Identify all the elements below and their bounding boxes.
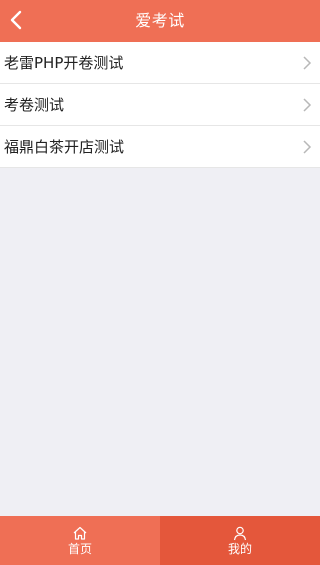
tab-mine-label: 我的 — [227, 542, 252, 556]
exam-list: 老雷PHP开卷测试 考卷测试 福鼎白茶开店测试 — [0, 42, 320, 168]
list-item[interactable]: 考卷测试 — [0, 84, 320, 126]
list-item[interactable]: 老雷PHP开卷测试 — [0, 42, 320, 84]
tab-home-label: 首页 — [67, 542, 92, 556]
user-icon — [233, 526, 247, 541]
chevron-right-icon — [303, 98, 312, 112]
list-item-label: 考卷测试 — [4, 96, 65, 114]
chevron-right-icon — [303, 56, 312, 70]
app-screen: 爱考试 老雷PHP开卷测试 考卷测试 福鼎白茶开店测试 首页 我的 — [0, 0, 320, 565]
chevron-right-icon — [303, 140, 312, 154]
bottom-tab-bar: 首页 我的 — [0, 516, 320, 565]
list-item-label: 老雷PHP开卷测试 — [4, 54, 124, 72]
page-title: 爱考试 — [135, 11, 185, 30]
tab-mine[interactable]: 我的 — [160, 516, 320, 565]
tab-home[interactable]: 首页 — [0, 516, 160, 565]
list-item-label: 福鼎白茶开店测试 — [4, 138, 125, 156]
home-icon — [73, 526, 87, 540]
top-bar: 爱考试 — [0, 0, 320, 42]
list-item[interactable]: 福鼎白茶开店测试 — [0, 126, 320, 168]
